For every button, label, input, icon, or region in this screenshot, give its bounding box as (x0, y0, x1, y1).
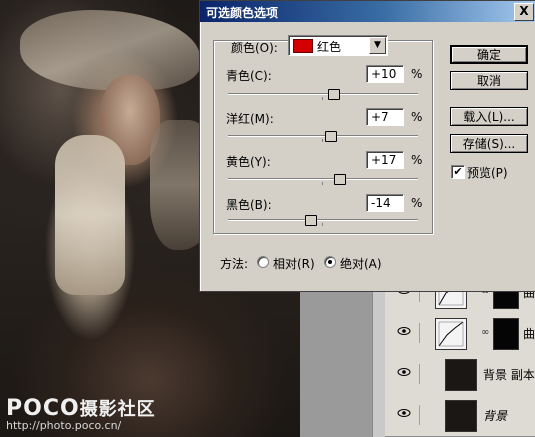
yellow-input[interactable]: +17 (366, 151, 404, 169)
eye-icon[interactable] (389, 405, 420, 425)
black-percent-unit: % (411, 196, 423, 210)
black-input[interactable]: -14 (366, 194, 404, 212)
layer-name: 背景 (483, 409, 508, 423)
absolute-radio-label: 绝对(A) (340, 257, 382, 271)
watermark-brand-suffix: 摄影社区 (79, 399, 156, 420)
absolute-radio[interactable] (324, 256, 336, 268)
magenta-percent-unit: % (411, 110, 423, 124)
magenta-slider-track[interactable] (228, 135, 418, 137)
ok-button[interactable]: 确定 (450, 45, 528, 64)
poco-watermark: POCO摄影社区 http://photo.poco.cn/ (6, 395, 156, 432)
load-button[interactable]: 载入(L)... (450, 107, 528, 126)
chevron-down-icon[interactable]: ▼ (369, 37, 386, 54)
close-button[interactable]: X (514, 3, 534, 21)
preview-label: 预览(P) (467, 166, 508, 180)
color-swatch (293, 39, 313, 53)
curves-adjustment-icon (435, 318, 467, 350)
layer-thumbnail (445, 359, 477, 391)
layer-name: 背景 副本 (483, 368, 535, 382)
color-label: 颜色(O): (231, 41, 278, 55)
layer-thumbnail (445, 400, 477, 432)
magenta-input[interactable]: +7 (366, 108, 404, 126)
layer-row[interactable]: ∞ 曲 (385, 313, 535, 355)
relative-radio-label: 相对(R) (273, 257, 315, 271)
cyan-slider-track[interactable] (228, 93, 418, 95)
slider-center-tick (322, 139, 323, 142)
black-label: 黑色(B): (226, 198, 272, 212)
yellow-percent-unit: % (411, 153, 423, 167)
layer-mask-thumbnail (493, 318, 519, 350)
slider-center-tick (322, 223, 323, 226)
yellow-label: 黄色(Y): (226, 155, 271, 169)
photo-veil (20, 10, 200, 90)
slider-center-tick (322, 182, 323, 185)
yellow-slider-track[interactable] (228, 178, 418, 180)
slider-center-tick (322, 97, 323, 100)
cyan-input[interactable]: +10 (366, 65, 404, 83)
relative-radio[interactable] (257, 256, 269, 268)
cyan-percent-unit: % (411, 67, 423, 81)
cyan-label: 青色(C): (226, 69, 272, 83)
color-select-value: 红色 (317, 40, 342, 54)
eye-icon[interactable] (389, 364, 420, 384)
link-chain-icon: ∞ (481, 327, 490, 338)
color-select[interactable]: 红色 ▼ (288, 35, 388, 56)
dialog-title: 可选颜色选项 (206, 6, 279, 20)
black-slider-track[interactable] (228, 219, 418, 221)
selective-color-dialog: 可选颜色选项 X 颜色(O): 红色 ▼ 青色(C): +10 % 洋红(M):… (199, 0, 535, 292)
magenta-label: 洋红(M): (226, 112, 274, 126)
method-label: 方法: (220, 257, 249, 271)
save-button[interactable]: 存储(S)... (450, 134, 528, 153)
preview-checkbox[interactable]: ✔ (451, 165, 465, 179)
close-icon: X (519, 4, 529, 18)
cancel-button[interactable]: 取消 (450, 71, 528, 90)
dialog-titlebar[interactable]: 可选颜色选项 X (200, 1, 535, 22)
layer-row[interactable]: 背景 (385, 395, 535, 437)
watermark-brand: POCO (6, 396, 80, 421)
checkmark-icon: ✔ (453, 165, 463, 178)
photo-glove (55, 135, 125, 295)
layer-name: 曲 (523, 327, 535, 341)
layer-row[interactable]: 背景 副本 (385, 354, 535, 396)
eye-icon[interactable] (389, 323, 420, 343)
